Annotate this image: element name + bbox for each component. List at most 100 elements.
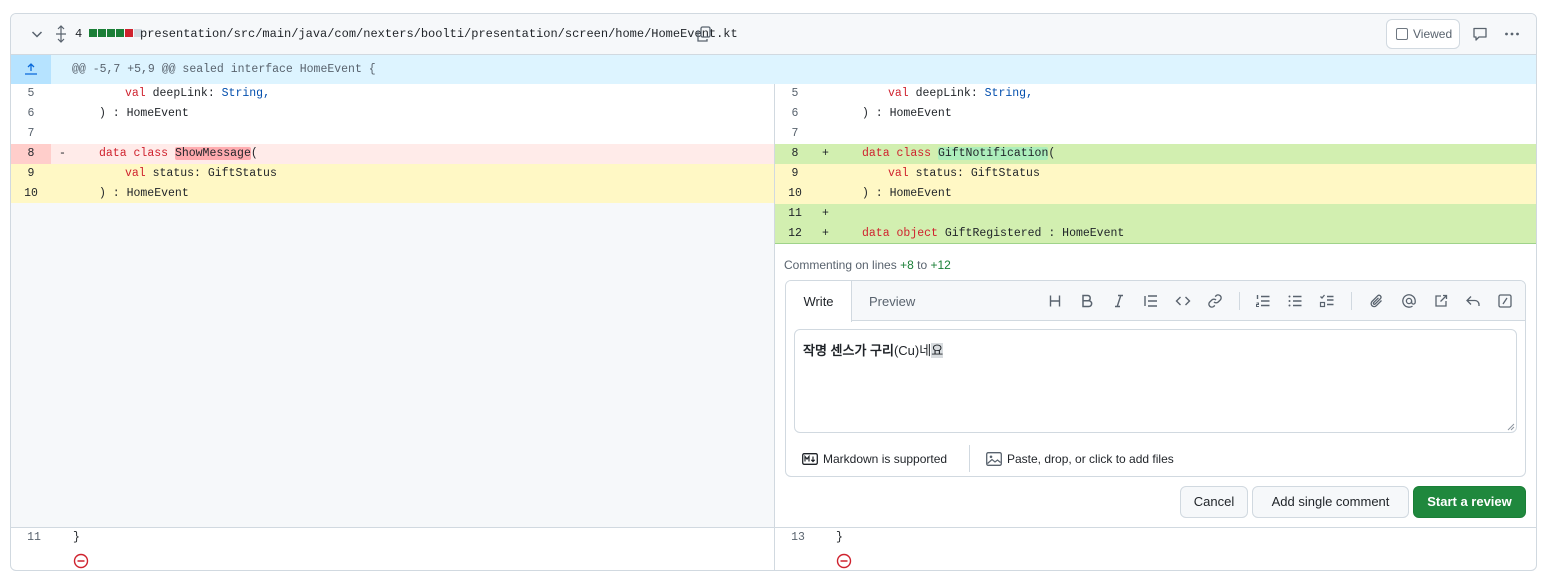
line-number[interactable]: 13 bbox=[775, 528, 821, 548]
line-number[interactable]: 11 bbox=[775, 204, 815, 224]
comment-box: Write Preview 작명 센스가 구리(Cu)네요 Markdown i… bbox=[785, 280, 1526, 477]
markdown-icon bbox=[802, 453, 818, 465]
line-number[interactable]: 8 bbox=[11, 144, 51, 164]
split-divider bbox=[774, 84, 775, 570]
line-number[interactable]: 10 bbox=[775, 184, 815, 204]
commenting-range: Commenting on lines +8 to +12 bbox=[784, 258, 951, 272]
heading-icon[interactable] bbox=[1047, 293, 1063, 309]
diffstat bbox=[89, 29, 142, 37]
diffstat-block bbox=[107, 29, 115, 37]
code-token: ( bbox=[1048, 147, 1056, 160]
reply-icon[interactable] bbox=[1465, 293, 1481, 309]
code-token: } bbox=[73, 531, 80, 544]
code-token: val bbox=[125, 167, 146, 180]
quote-icon[interactable] bbox=[1143, 293, 1159, 309]
attach-files[interactable]: Paste, drop, or click to add files bbox=[986, 452, 1174, 466]
diff-marker: + bbox=[822, 147, 829, 160]
code-token: String, bbox=[221, 87, 270, 100]
cancel-button[interactable]: Cancel bbox=[1180, 486, 1248, 518]
diff-line-deleted: 8 - data class ShowMessage( bbox=[11, 144, 774, 164]
code-token: deepLink: bbox=[915, 87, 978, 100]
comment-textarea[interactable]: 작명 센스가 구리(Cu)네요 bbox=[794, 329, 1517, 433]
comment-text-bold: 작명 센스가 구리 bbox=[803, 343, 894, 358]
code-icon[interactable] bbox=[1175, 293, 1191, 309]
commenting-prefix: Commenting on lines bbox=[784, 258, 897, 272]
unordered-list-icon[interactable] bbox=[1287, 293, 1303, 309]
mention-icon[interactable] bbox=[1401, 293, 1417, 309]
line-number[interactable]: 7 bbox=[775, 124, 815, 144]
bold-icon[interactable] bbox=[1079, 293, 1095, 309]
code-token: deepLink: bbox=[152, 87, 215, 100]
line-number[interactable]: 8 bbox=[775, 144, 815, 164]
code-token: val bbox=[888, 87, 909, 100]
diffstat-block bbox=[116, 29, 124, 37]
link-icon[interactable] bbox=[1207, 293, 1223, 309]
code-token: ) : HomeEvent bbox=[99, 107, 189, 120]
diff-marker: + bbox=[822, 207, 829, 220]
code-token: class bbox=[133, 147, 169, 160]
expand-up-icon bbox=[25, 63, 37, 75]
no-newline-icon bbox=[836, 553, 852, 569]
diff-line-added: 11 + bbox=[775, 204, 1536, 224]
diff-line-left: 11 } bbox=[11, 528, 774, 548]
diffstat-block bbox=[98, 29, 106, 37]
code-token: status: GiftStatus bbox=[915, 167, 1040, 180]
diff-marker: - bbox=[59, 147, 66, 160]
file-path[interactable]: presentation/src/main/java/com/nexters/b… bbox=[140, 27, 738, 41]
toolbar-separator bbox=[1239, 292, 1240, 310]
to-line: +12 bbox=[930, 258, 951, 272]
viewed-label: Viewed bbox=[1413, 27, 1453, 41]
code-token: ) : HomeEvent bbox=[862, 187, 952, 200]
image-icon bbox=[986, 452, 1002, 466]
line-number[interactable]: 5 bbox=[11, 84, 51, 104]
copy-icon[interactable] bbox=[696, 25, 712, 43]
line-number[interactable]: 6 bbox=[775, 104, 815, 124]
ordered-list-icon[interactable] bbox=[1255, 293, 1271, 309]
code-token: data bbox=[99, 147, 127, 160]
line-number[interactable]: 5 bbox=[775, 84, 815, 104]
viewed-checkbox[interactable]: Viewed bbox=[1386, 19, 1460, 49]
code-token: class bbox=[896, 147, 932, 160]
diff-line-left: 6 ) : HomeEvent bbox=[11, 104, 774, 124]
markdown-link[interactable]: Markdown is supported bbox=[802, 452, 947, 466]
expand-up-button[interactable] bbox=[11, 55, 51, 84]
code-token: GiftRegistered : HomeEvent bbox=[944, 227, 1125, 240]
diff-file: 4 presentation/src/main/java/com/nexters… bbox=[10, 13, 1537, 571]
diff-line-left: 7 bbox=[11, 124, 774, 144]
checkbox-box[interactable] bbox=[1396, 28, 1408, 40]
code-token: ( bbox=[250, 147, 258, 160]
tab-write[interactable]: Write bbox=[786, 281, 852, 322]
attach-icon[interactable] bbox=[1369, 293, 1385, 309]
line-number[interactable]: 6 bbox=[11, 104, 51, 124]
add-single-comment-button[interactable]: Add single comment bbox=[1252, 486, 1409, 518]
line-number[interactable]: 7 bbox=[11, 124, 51, 144]
task-list-icon[interactable] bbox=[1319, 293, 1335, 309]
code-token: } bbox=[836, 531, 843, 544]
chevron-down-icon[interactable] bbox=[29, 26, 45, 42]
italic-icon[interactable] bbox=[1111, 293, 1127, 309]
change-count: 4 bbox=[75, 27, 83, 41]
code-token: data bbox=[862, 227, 890, 240]
attach-label: Paste, drop, or click to add files bbox=[1007, 452, 1174, 466]
resize-grip-icon[interactable] bbox=[1506, 422, 1515, 431]
line-number[interactable]: 9 bbox=[775, 164, 815, 184]
start-review-button[interactable]: Start a review bbox=[1413, 486, 1526, 518]
tab-preview[interactable]: Preview bbox=[869, 281, 915, 321]
code-token: data bbox=[862, 147, 890, 160]
line-number[interactable]: 12 bbox=[775, 224, 815, 244]
code-token: status: GiftStatus bbox=[152, 167, 277, 180]
line-number[interactable]: 9 bbox=[11, 164, 51, 184]
cross-reference-icon[interactable] bbox=[1433, 293, 1449, 309]
expand-icon[interactable] bbox=[53, 25, 69, 43]
diff-line-left: 10 ) : HomeEvent bbox=[11, 184, 774, 204]
line-number[interactable]: 11 bbox=[11, 528, 57, 548]
code-token: ) : HomeEvent bbox=[862, 107, 952, 120]
diffstat-block bbox=[125, 29, 133, 37]
kebab-icon[interactable] bbox=[1504, 26, 1520, 42]
comment-icon[interactable] bbox=[1472, 26, 1488, 42]
file-header: 4 presentation/src/main/java/com/nexters… bbox=[11, 14, 1536, 55]
toolbar-separator bbox=[1351, 292, 1352, 310]
comment-tabs: Write Preview bbox=[786, 281, 1525, 322]
slash-command-icon[interactable] bbox=[1497, 293, 1513, 309]
line-number[interactable]: 10 bbox=[11, 184, 51, 204]
